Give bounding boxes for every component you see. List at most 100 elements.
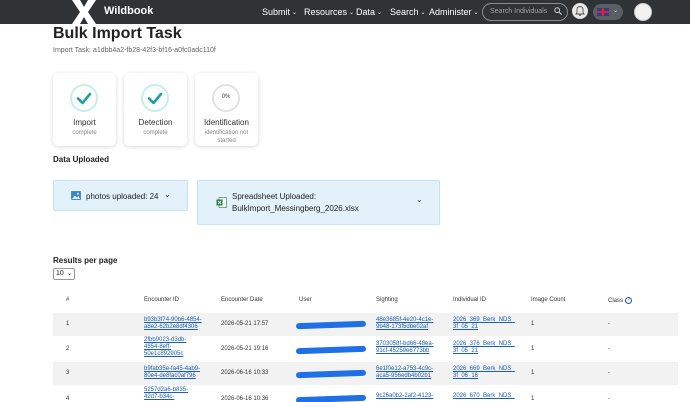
- individual-id-line: 2026_670_Berk_NDS_: [453, 393, 515, 399]
- individual-id-line: 2026_376_Berk_NDS_: [453, 341, 515, 347]
- detection-status: complete: [143, 130, 168, 136]
- bell-icon: [575, 6, 585, 17]
- page-title: Bulk Import Task: [53, 25, 182, 42]
- chevron-down-icon: ⌄: [292, 10, 298, 17]
- sighting-line: 48e3685f-4e20-4c1e-: [376, 317, 434, 323]
- col-header-class[interactable]: Class?: [608, 297, 633, 305]
- sighting-link[interactable]: 48e3685f-4e20-4c1e- 9b48-173f5dbe02af: [376, 317, 433, 331]
- col-header-encounter-id[interactable]: Encounter ID: [144, 297, 179, 303]
- encounter-id-link[interactable]: b9fab35e-fa45-4ab9- 80e4-de8fac0af796: [144, 366, 200, 380]
- individual-id-link[interactable]: 2026_369_Berk_NDS_ 3f_05_21: [453, 317, 515, 331]
- identification-label: Identification: [204, 118, 249, 127]
- chevron-down-icon: ⌄: [420, 10, 426, 17]
- sighting-line: 9b48-173f5dbe02af: [376, 324, 429, 330]
- user-avatar[interactable]: [634, 3, 652, 21]
- image-icon: [71, 191, 81, 200]
- search-icon[interactable]: [554, 7, 562, 15]
- individual-id-link[interactable]: 2026_669_Berk_NDS_ 3f_06_16: [453, 366, 515, 380]
- identification-percent: 0%: [221, 94, 231, 100]
- identification-status-line2: started: [217, 138, 236, 144]
- nav-data[interactable]: Data ⌄: [356, 7, 382, 17]
- sighting-line: 9c26a0b2-2af2-4123-: [376, 393, 434, 399]
- individual-id-link[interactable]: 2026_670_Berk_NDS_: [453, 393, 515, 400]
- identification-progress-ring: 0%: [212, 84, 240, 112]
- brand-name[interactable]: Wildbook: [104, 5, 153, 17]
- image-count: 1: [531, 370, 535, 376]
- individual-id-line: 3f_05_21: [453, 324, 479, 330]
- encounter-id-line: b93b3f74-90b6-4854-: [144, 317, 202, 323]
- import-status: complete: [72, 130, 97, 136]
- encounter-id-line: 5257d2a6-b835-: [144, 387, 189, 393]
- detection-progress-ring: [141, 84, 169, 112]
- chevron-down-icon: ⌄: [613, 8, 619, 14]
- nav-search[interactable]: Search ⌄: [390, 7, 426, 17]
- chevron-down-icon: ⌄: [377, 10, 383, 17]
- identification-status-card: 0% Identification identification not sta…: [195, 73, 258, 146]
- question-icon[interactable]: ?: [625, 297, 633, 304]
- wildbook-logo-icon[interactable]: [70, 0, 98, 24]
- class-value: -: [608, 321, 610, 327]
- uk-flag-icon: [597, 8, 609, 16]
- col-header-individual-id[interactable]: Individual ID: [453, 297, 486, 303]
- table-row: 3 b9fab35e-fa45-4ab9- 80e4-de8fac0af796 …: [53, 362, 678, 385]
- encounter-id-line: 80e4-de8fac0af796: [144, 373, 196, 379]
- spreadsheet-uploaded-panel[interactable]: Spreadsheet Uploaded: BulkImport_Messing…: [197, 180, 440, 225]
- encounter-id-line: 42d7-b34c-: [144, 394, 175, 400]
- import-task-id: Import Task: a1dbb4a2-fb28-42f3-bf16-a0f…: [53, 47, 216, 54]
- table-row: 4 5257d2a6-b835- 42d7-b34c- 2026-06-16 1…: [53, 385, 678, 402]
- sighting-link[interactable]: 3703058f-bd66-48ea- 91cf-45259e6773bb: [376, 341, 434, 355]
- col-header-image-count[interactable]: Image Count: [531, 297, 565, 303]
- individual-id-line: 2026_669_Berk_NDS_: [453, 366, 515, 372]
- col-header-class-label: Class: [608, 298, 624, 305]
- chevron-down-icon: ⌄: [349, 10, 355, 17]
- encounter-id-line: a8e2-62b2e8df4306: [144, 324, 198, 330]
- top-navbar: Wildbook Submit ⌄ Resources ⌄ Data ⌄ Search…: [0, 0, 690, 24]
- photos-uploaded-label: photos uploaded: 24: [86, 192, 159, 201]
- sighting-line: 3703058f-bd66-48ea-: [376, 341, 434, 347]
- spreadsheet-uploaded-label: Spreadsheet Uploaded:: [232, 192, 317, 201]
- individual-id-line: 2026_369_Berk_NDS_: [453, 317, 515, 323]
- nav-resources[interactable]: Resources ⌄: [304, 7, 354, 17]
- sighting-line: 91cf-45259e6773bb: [376, 348, 430, 354]
- sighting-link[interactable]: 9c26a0b2-2af2-4123-: [376, 393, 433, 400]
- encounter-id-line: b9fab35e-fa45-4ab9-: [144, 366, 201, 372]
- language-selector[interactable]: ⌄: [593, 4, 623, 20]
- image-count: 1: [531, 321, 535, 327]
- individual-id-line: 3f_05_21: [453, 348, 479, 354]
- identification-status: identification not started: [195, 129, 258, 145]
- image-count: 1: [531, 396, 535, 402]
- checkmark-icon: [76, 92, 92, 105]
- class-value: -: [608, 346, 610, 352]
- sighting-link[interactable]: 6e1f0e12-a753-4c9c- aca5-956edb4b02b1: [376, 366, 433, 380]
- table-row: 1 b93b3f74-90b6-4854- a8e2-62b2e8df4306 …: [53, 313, 678, 336]
- identification-status-line1: identification not: [204, 130, 249, 136]
- individual-id-link[interactable]: 2026_376_Berk_NDS_ 3f_05_21: [453, 341, 515, 355]
- class-value: -: [608, 370, 610, 376]
- encounter-id-line: 50e1c892905c: [144, 351, 184, 357]
- chevron-down-icon: ⌄: [416, 195, 423, 204]
- photos-uploaded-panel[interactable]: photos uploaded: 24 ⌄: [53, 180, 188, 211]
- nav-administer[interactable]: Administer ⌄: [429, 7, 479, 17]
- encounter-date: 2026-06-16 10:36: [221, 396, 269, 402]
- nav-submit-label: Submit: [262, 7, 291, 17]
- nav-data-label: Data: [356, 7, 376, 17]
- sighting-line: aca5-956edb4b02b1: [376, 373, 432, 379]
- col-header-num: #: [66, 297, 70, 303]
- chevron-down-icon: ⌄: [473, 10, 479, 17]
- col-header-user[interactable]: User: [299, 297, 312, 303]
- redacted-user: [295, 394, 367, 402]
- nav-submit[interactable]: Submit ⌄: [262, 7, 297, 17]
- encounter-id-link[interactable]: 5257d2a6-b835- 42d7-b34c-: [144, 387, 188, 401]
- sighting-line: 6e1f0e12-a753-4c9c-: [376, 366, 434, 372]
- encounter-date: 2026-05-21 19:16: [221, 346, 269, 352]
- col-header-sighting[interactable]: Sighting: [376, 297, 398, 303]
- encounter-id-link[interactable]: b93b3f74-90b6-4854- a8e2-62b2e8df4306: [144, 317, 202, 331]
- import-label: Import: [73, 118, 96, 127]
- results-per-page-select[interactable]: 10 ⌄: [53, 268, 75, 280]
- chevron-down-icon: ⌄: [66, 271, 72, 277]
- col-header-encounter-date[interactable]: Encounter Date: [221, 297, 263, 303]
- checkmark-icon: [147, 92, 163, 105]
- notifications-button[interactable]: [572, 3, 588, 19]
- encounter-id-link[interactable]: 2fbb9023-d3db- 4854-8eff- 50e1c892905c: [144, 337, 186, 358]
- individual-id-line: 3f_06_16: [453, 373, 479, 379]
